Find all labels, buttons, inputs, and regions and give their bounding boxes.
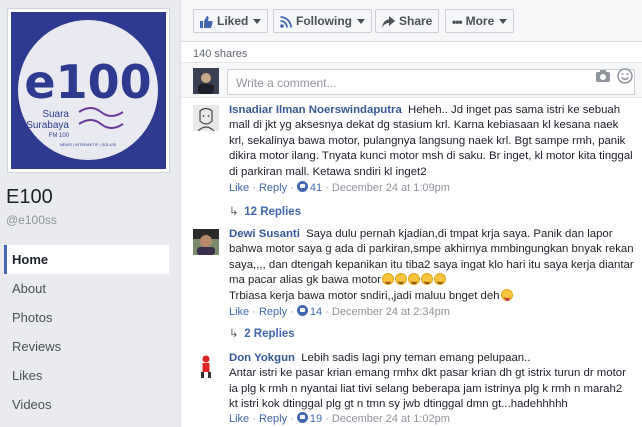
like-link[interactable]: Like <box>229 413 249 425</box>
svg-text:Surabaya: Surabaya <box>26 120 69 131</box>
comment-timestamp[interactable]: December 24 at 1:02pm <box>332 413 450 425</box>
nav-item-reviews[interactable]: Reviews <box>4 332 169 361</box>
comment-timestamp[interactable]: December 24 at 2:34pm <box>332 306 450 318</box>
chevron-down-icon <box>357 19 365 25</box>
comment-composer: Write a comment... <box>181 62 642 98</box>
comment-item: Dewi Susanti Saya dulu pernah kjadian,di… <box>181 227 642 341</box>
comment-item: Isnadiar Ilman Noerswindaputra Heheh.. J… <box>181 103 642 221</box>
page-title[interactable]: E100 <box>6 186 53 209</box>
laughing-emoji-icon <box>381 273 394 286</box>
nav-item-home[interactable]: Home <box>4 245 169 274</box>
page-handle[interactable]: @e100ss <box>6 213 57 227</box>
user-avatar-icon <box>193 229 219 255</box>
laughing-emoji-icon <box>433 273 446 286</box>
nav-item-photos[interactable]: Photos <box>4 303 169 332</box>
svg-text:Suara: Suara <box>42 109 69 120</box>
like-link[interactable]: Like <box>229 182 249 194</box>
tongue-emoji-icon <box>500 288 513 301</box>
comment-actions: Like · Reply · 14 · December 24 at 2:34p… <box>229 305 450 318</box>
user-avatar-icon <box>193 353 219 379</box>
share-button[interactable]: Share <box>375 9 440 33</box>
following-label: Following <box>296 14 352 28</box>
svg-text:NEWS | INTERAKTIF | SOLUSI: NEWS | INTERAKTIF | SOLUSI <box>60 142 117 147</box>
liked-button[interactable]: Liked <box>193 9 269 33</box>
thumbs-up-icon <box>200 15 213 28</box>
nav-item-likes[interactable]: Likes <box>4 361 169 390</box>
like-count-icon <box>296 412 308 423</box>
e100-logo: e100 Suara Surabaya FM 100 NEWS | INTERA… <box>11 12 166 169</box>
page-nav: Home About Photos Reviews Likes Videos <box>4 245 169 419</box>
laughing-emoji-icon <box>420 273 433 286</box>
comment-item: Don Yokgun Lebih sadis lagi pny teman em… <box>181 351 642 427</box>
share-label: Share <box>399 14 433 28</box>
comment-message-line2: Antar istri ke pasar krian emang rmhx dk… <box>229 367 626 411</box>
comment-input[interactable]: Write a comment... <box>227 69 635 95</box>
liked-label: Liked <box>217 14 249 28</box>
comment-author[interactable]: Dewi Susanti <box>229 228 300 240</box>
reply-arrow-icon: ↳ <box>229 328 239 340</box>
chevron-down-icon <box>499 19 508 25</box>
user-avatar-icon <box>193 68 219 94</box>
nav-item-about[interactable]: About <box>4 274 169 303</box>
reply-link[interactable]: Reply <box>259 413 287 425</box>
replies-count: 12 Replies <box>244 206 302 218</box>
user-avatar-icon <box>193 105 219 131</box>
reply-link[interactable]: Reply <box>259 306 287 318</box>
more-label: More <box>465 14 495 28</box>
avatar[interactable] <box>193 105 219 131</box>
ellipsis-icon: ••• <box>452 14 463 29</box>
comment-actions: Like · Reply · 41 · December 24 at 1:09p… <box>229 181 450 194</box>
page-action-bar: Liked Following Share ••• More <box>181 0 642 42</box>
like-count-icon <box>296 181 308 192</box>
camera-icon[interactable] <box>595 69 611 83</box>
chevron-down-icon <box>253 19 262 25</box>
logo-graphic: e100 Suara Surabaya FM 100 NEWS | INTERA… <box>18 20 158 160</box>
comment-text: Isnadiar Ilman Noerswindaputra Heheh.. J… <box>229 103 634 180</box>
comment-author[interactable]: Don Yokgun <box>229 352 295 364</box>
page-sidebar: e100 Suara Surabaya FM 100 NEWS | INTERA… <box>0 0 178 427</box>
comment-message: Lebih sadis lagi pny teman emang pelupaa… <box>301 352 531 364</box>
avatar[interactable] <box>193 353 219 379</box>
comment-author[interactable]: Isnadiar Ilman Noerswindaputra <box>229 104 402 116</box>
like-count[interactable]: 41 <box>310 182 322 194</box>
share-arrow-icon <box>382 15 395 28</box>
like-link[interactable]: Like <box>229 306 249 318</box>
comment-text: Don Yokgun Lebih sadis lagi pny teman em… <box>229 351 634 413</box>
nav-item-videos[interactable]: Videos <box>4 390 169 419</box>
like-count-icon <box>296 305 308 316</box>
like-count[interactable]: 19 <box>310 413 322 425</box>
laughing-emoji-icon <box>407 273 420 286</box>
comment-timestamp[interactable]: December 24 at 1:09pm <box>332 182 450 194</box>
post-panel: Liked Following Share ••• More 140 shares… <box>180 0 642 427</box>
share-count[interactable]: 140 shares <box>193 48 247 60</box>
avatar[interactable] <box>193 229 219 255</box>
rss-icon <box>280 15 292 28</box>
comment-text: Dewi Susanti Saya dulu pernah kjadian,di… <box>229 227 634 304</box>
like-count[interactable]: 14 <box>310 306 322 318</box>
svg-text:FM 100: FM 100 <box>49 133 70 139</box>
comment-message-line2: Trbiasa kerja bawa motor sndiri,,jadi ma… <box>229 289 500 302</box>
comment-actions: Like · Reply · 19 · December 24 at 1:02p… <box>229 412 450 425</box>
smiley-icon[interactable] <box>617 68 633 84</box>
following-button[interactable]: Following <box>273 9 372 33</box>
reply-link[interactable]: Reply <box>259 182 287 194</box>
logo-text: e100 <box>24 55 151 109</box>
avatar[interactable] <box>193 68 219 94</box>
more-button[interactable]: ••• More <box>445 9 515 33</box>
replies-count: 2 Replies <box>244 328 295 340</box>
view-replies-link[interactable]: ↳ 12 Replies <box>229 204 301 218</box>
reply-arrow-icon: ↳ <box>229 206 239 218</box>
laughing-emoji-icon <box>394 273 407 286</box>
view-replies-link[interactable]: ↳ 2 Replies <box>229 326 295 340</box>
profile-picture[interactable]: e100 Suara Surabaya FM 100 NEWS | INTERA… <box>7 8 170 173</box>
